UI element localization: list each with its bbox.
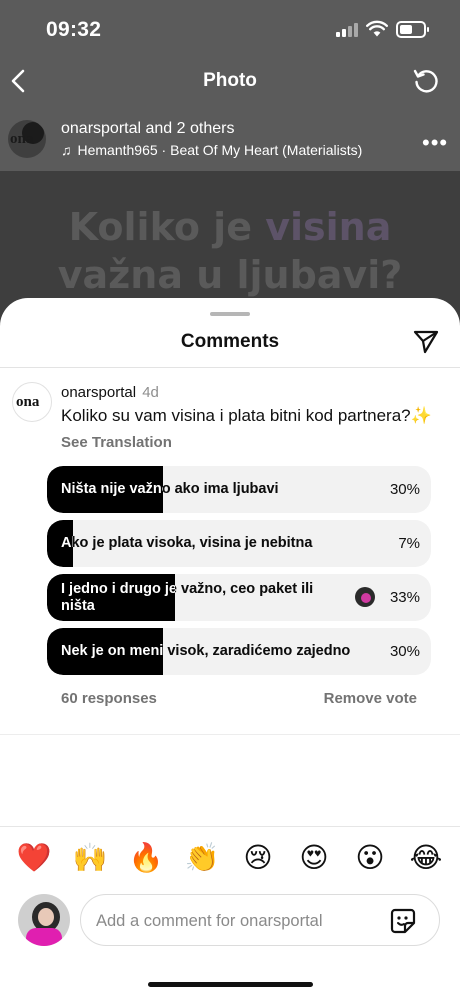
comment-avatar[interactable]: ona [12,382,52,422]
comment-input[interactable] [96,909,376,933]
refresh-icon[interactable] [412,67,440,95]
emoji-raised-hands[interactable]: 🙌 [70,838,110,878]
more-options-icon[interactable]: ••• [422,130,448,156]
poll-option[interactable]: I jedno i drugo je važno, ceo paket ili … [47,574,431,621]
emoji-clap[interactable]: 👏 [182,838,222,878]
status-time: 09:32 [46,18,102,41]
poll-option-percent: 7% [398,535,420,552]
emoji-crying[interactable]: 😢 [238,838,278,878]
divider [0,734,460,735]
battery-icon [396,21,429,38]
comment-input-field[interactable] [80,894,440,946]
page-title: Photo [203,70,257,91]
comments-sheet: Comments ona onarsportal 4d Koliko su va… [0,298,460,996]
post-header: ona onarsportal and 2 others ♫ Hemanth965… [0,116,460,166]
poll-option[interactable]: Ništa nije važno ako ima ljubavi 30% [47,466,431,513]
poll-option-label: Nek je on meni visok, zaradićemo zajedno [61,643,351,659]
sheet-grabber[interactable] [210,312,250,316]
post-music-label: Hemanth965 · Beat Of My Heart (Materiali… [77,142,363,158]
sheet-title: Comments [180,331,280,352]
poll-option-percent: 30% [389,643,420,660]
wifi-icon [366,20,388,37]
emoji-laughing[interactable]: 😂 [406,838,446,878]
comment-input-row [0,894,460,948]
poll-option[interactable]: Nek je on meni visok, zaradićemo zajedno… [47,628,431,675]
top-nav: Photo [0,58,460,106]
status-bar: 09:32 [0,0,460,58]
emoji-heart-eyes[interactable]: 😍 [294,838,334,878]
signal-icon [336,23,360,37]
post-avatar[interactable]: ona [8,120,46,158]
poll-option-label: Ništa nije važno ako ima ljubavi [61,481,279,497]
music-note-icon: ♫ [61,142,72,158]
comment-header: onarsportal 4d [61,384,159,401]
poll-option-label: I jedno i drugo je važno, ceo paket ili … [61,580,314,614]
remove-vote-button[interactable]: Remove vote [324,690,417,707]
emoji-surprised[interactable]: 😮 [350,838,390,878]
avatar-logo: ona [16,394,40,410]
poll-option-percent: 33% [389,589,420,606]
post-username[interactable]: onarsportal and 2 others [61,120,234,138]
photo-text-line-1: Koliko je visina [0,205,460,249]
comment-timestamp: 4d [142,384,159,401]
post-music[interactable]: ♫ Hemanth965 · Beat Of My Heart (Material… [61,142,362,158]
sticker-icon[interactable] [389,907,417,935]
send-icon[interactable] [412,328,440,356]
photo-text-line-2: važna u ljubavi? [57,253,403,297]
comment-username[interactable]: onarsportal [61,384,136,401]
emoji-heart[interactable]: ❤️ [14,838,54,878]
avatar-logo: ona [10,131,34,147]
divider [0,826,460,827]
poll-option[interactable]: Ako je plata visoka, visina je nebitna 7… [47,520,431,567]
photo-text-accent: visina [265,205,392,249]
poll-option-percent: 30% [389,481,420,498]
poll-option-label: Ako je plata visoka, visina je nebitna [61,535,313,551]
poll-responses-count[interactable]: 60 responses [61,690,157,707]
comment-text: Koliko su vam visina i plata bitni kod p… [61,406,432,425]
emoji-reaction-bar: ❤️ 🙌 🔥 👏 😢 😍 😮 😂 [0,838,460,878]
emoji-fire[interactable]: 🔥 [126,838,166,878]
home-indicator[interactable] [148,982,313,987]
see-translation-link[interactable]: See Translation [61,434,172,451]
photo-text-a: Koliko je [68,205,266,249]
my-avatar [18,894,70,946]
comment-item: ona onarsportal 4d Koliko su vam visina … [0,368,460,738]
voter-avatar [355,587,375,607]
